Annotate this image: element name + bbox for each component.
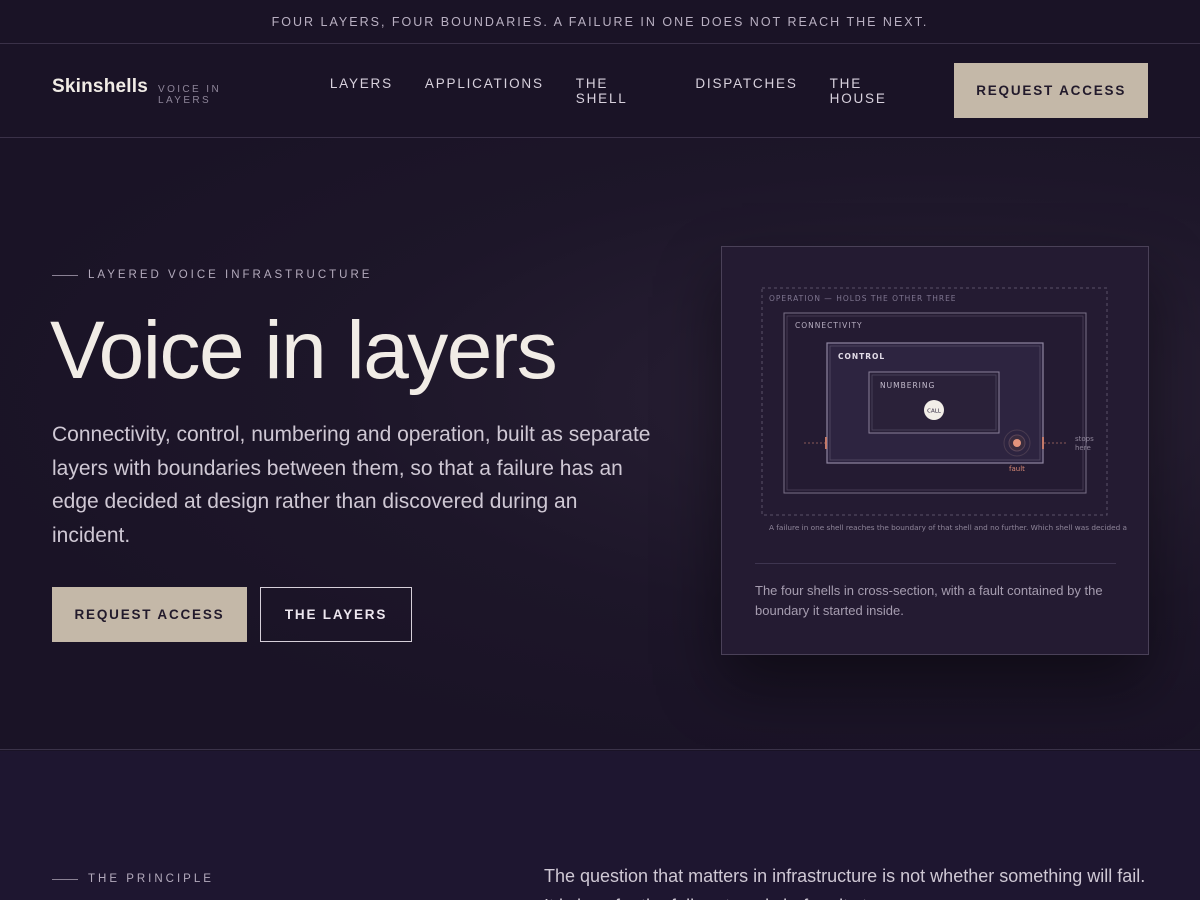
control-label: CONTROL (838, 352, 885, 361)
layers-diagram-card: OPERATION — HOLDS THE OTHER THREE CONNEC… (721, 246, 1149, 655)
hero-the-layers-button[interactable]: THE LAYERS (260, 587, 412, 642)
eyebrow-rule (52, 878, 78, 880)
principle-text: The question that matters in infrastruct… (544, 866, 1146, 900)
principle-section: THE PRINCIPLE The question that matters … (0, 751, 1200, 900)
figure-caption: The four shells in cross-section, with a… (755, 583, 1103, 618)
nav-link-the-shell[interactable]: THE SHELL (576, 76, 664, 106)
principle-eyebrow: THE PRINCIPLE (52, 873, 214, 885)
eyebrow-rule (52, 274, 78, 276)
fault-label: fault (1009, 465, 1025, 473)
call-label: CALL (927, 409, 942, 415)
nav-link-applications[interactable]: APPLICATIONS (425, 76, 544, 106)
hero-title: Voice in layers (50, 305, 558, 396)
main-nav: Skinshells VOICE IN LAYERS LAYERS APPLIC… (0, 44, 1200, 138)
fault-boundary-left (825, 437, 827, 449)
nav-link-the-house[interactable]: THE HOUSE (830, 76, 923, 106)
principle-eyebrow-text: THE PRINCIPLE (88, 873, 214, 885)
nav-link-dispatches[interactable]: DISPATCHES (695, 76, 797, 106)
fault-boundary-right (1042, 437, 1044, 449)
hero-request-access-button[interactable]: REQUEST ACCESS (52, 587, 247, 642)
brand-tagline: VOICE IN LAYERS (158, 83, 222, 106)
announcement-bar: FOUR LAYERS, FOUR BOUNDARIES. A FAILURE … (0, 0, 1200, 44)
hero-eyebrow: LAYERED VOICE INFRASTRUCTURE (52, 269, 372, 281)
numbering-label: NUMBERING (880, 381, 935, 390)
hero-description: Connectivity, control, numbering and ope… (52, 423, 651, 547)
hero-eyebrow-text: LAYERED VOICE INFRASTRUCTURE (88, 269, 373, 281)
brand[interactable]: Skinshells VOICE IN LAYERS (52, 76, 278, 106)
stops-label-line2: here (1075, 444, 1091, 452)
fault-point (1013, 439, 1021, 447)
nav-link-layers[interactable]: LAYERS (330, 76, 393, 106)
nav-request-access-button[interactable]: REQUEST ACCESS (954, 63, 1148, 118)
stops-label-line1: stops (1075, 435, 1094, 443)
diagram-note: A failure in one shell reaches the bound… (769, 523, 1127, 532)
figure-divider (755, 563, 1116, 564)
brand-logo[interactable]: Skinshells (52, 76, 148, 98)
announcement-text: FOUR LAYERS, FOUR BOUNDARIES. A FAILURE … (271, 14, 929, 29)
nav-links: LAYERS APPLICATIONS THE SHELL DISPATCHES… (330, 76, 955, 106)
hero-section: LAYERED VOICE INFRASTRUCTURE Voice in la… (0, 138, 1200, 750)
connectivity-label: CONNECTIVITY (795, 321, 863, 330)
operation-label: OPERATION — HOLDS THE OTHER THREE (769, 294, 957, 303)
